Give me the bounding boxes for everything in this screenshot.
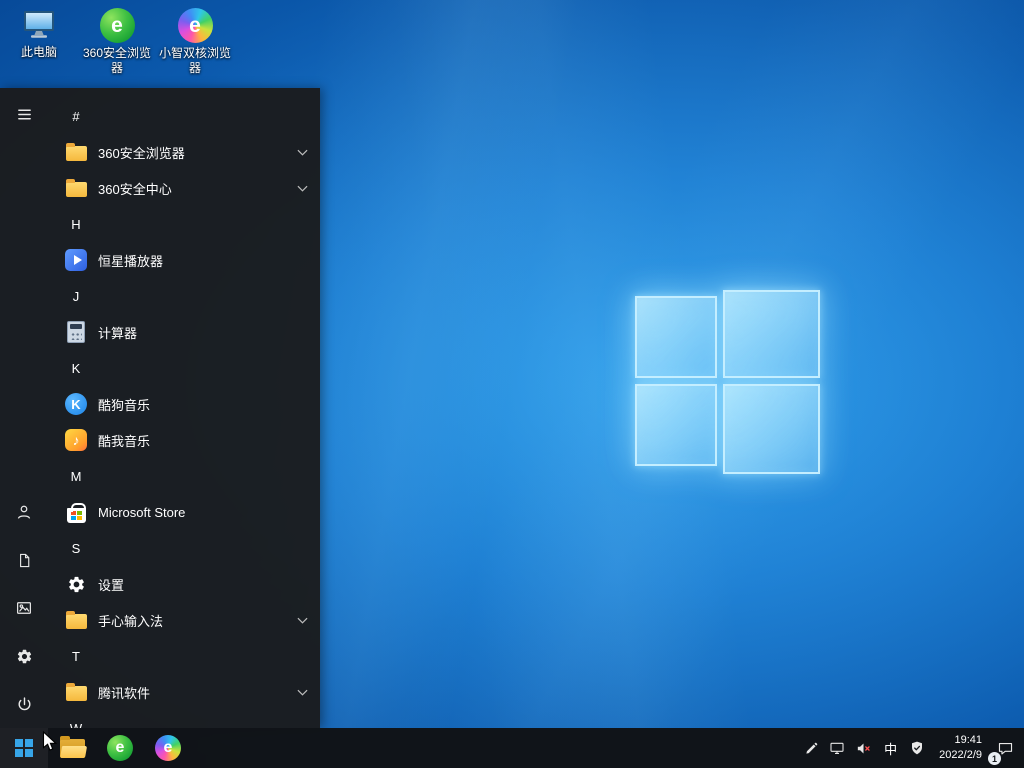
desktop-icon-label: 360安全浏览器 (80, 46, 154, 76)
app-section-m[interactable]: M (48, 458, 320, 494)
app-section-h[interactable]: H (48, 206, 320, 242)
desktop-icon-label: 小智双核浏览器 (158, 46, 232, 76)
settings-button[interactable] (0, 632, 48, 680)
app-item-360-center-folder[interactable]: 360安全中心 (48, 170, 320, 206)
kugou-music-icon (64, 392, 88, 416)
system-tray: 中 19:41 2022/2/9 1 (799, 728, 1024, 768)
app-item-microsoft-store[interactable]: Microsoft Store (48, 494, 320, 530)
hamburger-icon (16, 106, 33, 123)
360-browser-button[interactable] (96, 728, 144, 768)
calculator-icon (64, 320, 88, 344)
folder-icon (64, 176, 88, 200)
multicolor-e-browser-icon (178, 8, 213, 43)
start-button[interactable] (0, 728, 48, 768)
documents-button[interactable] (0, 536, 48, 584)
file-explorer-button[interactable] (48, 728, 96, 768)
user-account-button[interactable] (0, 488, 48, 536)
file-explorer-icon (60, 739, 85, 758)
start-menu-rail (0, 88, 48, 728)
power-icon (16, 696, 33, 713)
app-item-label: 酷我音乐 (98, 431, 150, 450)
app-item-label: 腾讯软件 (98, 683, 150, 702)
pen-icon (804, 741, 819, 756)
notification-center-button[interactable]: 1 (991, 728, 1024, 768)
windows-logo-wallpaper (627, 282, 827, 492)
notification-badge: 1 (988, 752, 1001, 765)
taskbar: 中 19:41 2022/2/9 1 (0, 728, 1024, 768)
app-item-calculator[interactable]: 计算器 (48, 314, 320, 350)
clock-time: 19:41 (939, 733, 982, 748)
start-menu: # 360安全浏览器 360安全中心 H 恒星播放器 J 计算器 K 酷狗音乐 (0, 88, 320, 728)
chevron-down-icon (297, 185, 308, 192)
app-item-hengxing-player[interactable]: 恒星播放器 (48, 242, 320, 278)
network-icon (829, 740, 845, 756)
ime-indicator[interactable]: 中 (877, 728, 904, 768)
security-tray-button[interactable] (904, 728, 930, 768)
folder-icon (64, 140, 88, 164)
settings-gear-icon (64, 572, 88, 596)
app-item-label: 360安全中心 (98, 179, 172, 198)
app-item-label: Microsoft Store (98, 505, 185, 520)
app-item-label: 恒星播放器 (98, 251, 163, 270)
app-item-label: 酷狗音乐 (98, 395, 150, 414)
chevron-down-icon (297, 149, 308, 156)
app-item-settings[interactable]: 设置 (48, 566, 320, 602)
app-item-tencent-folder[interactable]: 腾讯软件 (48, 674, 320, 710)
power-button[interactable] (0, 680, 48, 728)
desktop-icon-xiaozhi-browser[interactable]: 小智双核浏览器 (156, 4, 234, 80)
app-section-s[interactable]: S (48, 530, 320, 566)
pen-tray-button[interactable] (799, 728, 824, 768)
app-item-label: 计算器 (98, 323, 137, 342)
app-item-shouxin-ime-folder[interactable]: 手心输入法 (48, 602, 320, 638)
app-item-360-browser-folder[interactable]: 360安全浏览器 (48, 134, 320, 170)
app-item-label: 设置 (98, 575, 124, 594)
pictures-icon (15, 599, 33, 617)
settings-gear-icon (16, 648, 33, 665)
security-check-icon (909, 740, 925, 756)
app-section-t[interactable]: T (48, 638, 320, 674)
app-item-kugou-music[interactable]: 酷狗音乐 (48, 386, 320, 422)
app-item-kuwo-music[interactable]: 酷我音乐 (48, 422, 320, 458)
app-section-hash[interactable]: # (48, 98, 320, 134)
start-windows-icon (15, 739, 33, 757)
folder-icon (64, 608, 88, 632)
user-icon (15, 503, 33, 521)
desktop-icon-area: 此电脑 360安全浏览器 小智双核浏览器 (0, 4, 234, 80)
app-item-label: 手心输入法 (98, 611, 163, 630)
microsoft-store-icon (64, 500, 88, 524)
green-e-browser-icon (107, 735, 133, 761)
volume-muted-icon (855, 740, 872, 757)
start-menu-app-list: # 360安全浏览器 360安全中心 H 恒星播放器 J 计算器 K 酷狗音乐 (48, 88, 320, 728)
clock-date: 2022/2/9 (939, 748, 982, 763)
taskbar-clock[interactable]: 19:41 2022/2/9 (930, 733, 991, 764)
chevron-down-icon (297, 617, 308, 624)
documents-icon (16, 552, 33, 569)
desktop-icon-label: 此电脑 (21, 45, 57, 60)
app-section-k[interactable]: K (48, 350, 320, 386)
kuwo-music-icon (64, 428, 88, 452)
app-section-j[interactable]: J (48, 278, 320, 314)
xiaozhi-browser-button[interactable] (144, 728, 192, 768)
expand-menu-button[interactable] (0, 90, 48, 138)
volume-tray-button[interactable] (850, 728, 877, 768)
desktop-icon-360-browser[interactable]: 360安全浏览器 (78, 4, 156, 80)
desktop-icon-this-pc[interactable]: 此电脑 (0, 4, 78, 80)
green-e-browser-icon (100, 8, 135, 43)
multicolor-e-browser-icon (155, 735, 181, 761)
chevron-down-icon (297, 689, 308, 696)
app-section-w[interactable]: W (48, 710, 320, 728)
pictures-button[interactable] (0, 584, 48, 632)
media-player-icon (64, 248, 88, 272)
network-tray-button[interactable] (824, 728, 850, 768)
app-item-label: 360安全浏览器 (98, 143, 185, 162)
folder-icon (64, 680, 88, 704)
computer-icon (21, 8, 57, 42)
